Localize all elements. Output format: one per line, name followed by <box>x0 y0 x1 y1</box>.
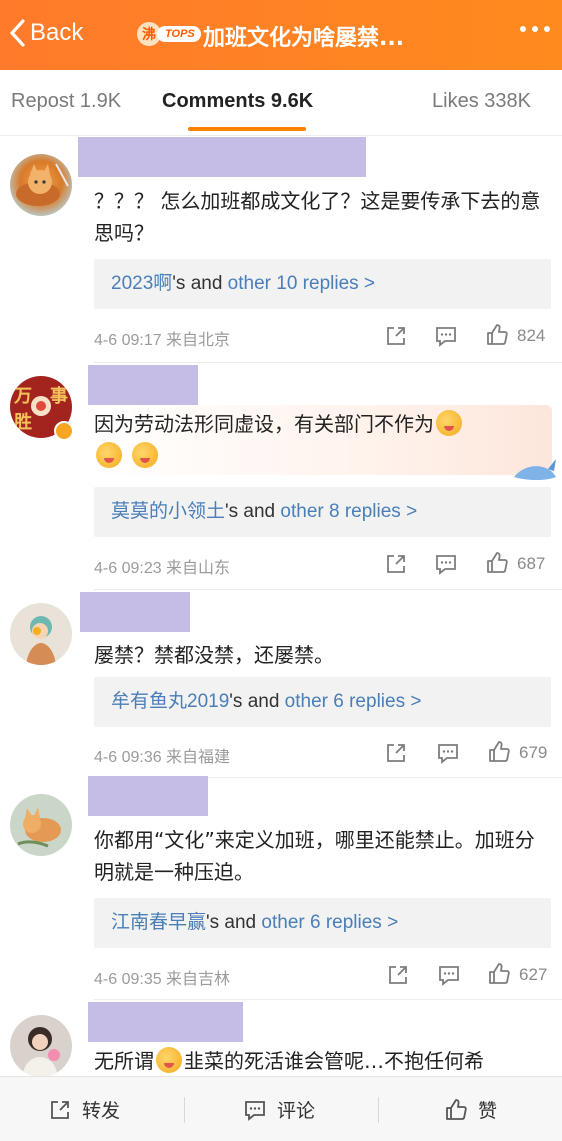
fox-avatar-image <box>17 807 61 848</box>
blush-emoji-icon <box>132 442 159 468</box>
repost-button[interactable]: 转发 <box>48 1077 120 1141</box>
like-count: 627 <box>519 965 548 984</box>
hot-tag: TOPS <box>157 26 201 42</box>
comment-item: 你都用“文化”来定义加班，哪里还能禁止。加班分明就是一种压迫。 江南春早赢's … <box>0 776 562 1000</box>
username-redacted[interactable] <box>88 776 208 816</box>
chevron-left-icon <box>10 19 25 47</box>
avatar[interactable] <box>10 603 72 665</box>
blush-emoji-icon <box>96 442 122 468</box>
bottom-action-bar: 转发 评论 赞 <box>0 1076 562 1141</box>
replies-preview[interactable]: 2023啊's and other 10 replies > <box>94 259 551 309</box>
avatar[interactable] <box>10 1015 72 1076</box>
active-tab-indicator <box>188 127 306 131</box>
svg-text:万: 万 <box>13 386 32 407</box>
cat-avatar-image <box>16 163 69 206</box>
comment-button[interactable]: 评论 <box>243 1077 315 1141</box>
comment-meta: 4-6 09:35 来自吉林 <box>94 971 231 988</box>
reply-username[interactable]: 2023啊 <box>111 273 172 294</box>
separator <box>378 1097 379 1123</box>
comment-text: 屡禁？禁都没禁，还屡禁。 <box>94 643 334 667</box>
reply-connector: 's and <box>229 691 285 712</box>
comment-text-end: 韭菜的死活谁会管呢…不抱任何希 <box>184 1049 484 1073</box>
username-redacted[interactable] <box>88 365 198 405</box>
reply-username[interactable]: 江南春早赢 <box>111 912 206 933</box>
woman-avatar-image <box>22 1027 60 1076</box>
svg-text:事: 事 <box>50 385 68 407</box>
comment-item: ？？？ 怎么加班都成文化了？这是要传承下去的意思吗？ 2023啊's and o… <box>0 137 562 363</box>
comment-meta: 4-6 09:36 来自福建 <box>94 749 231 766</box>
avatar[interactable] <box>10 154 72 216</box>
comment-text-start: 无所谓 <box>94 1049 154 1073</box>
more-replies-link[interactable]: other 8 replies > <box>280 501 417 522</box>
blush-emoji-icon <box>156 1047 182 1073</box>
username-redacted[interactable] <box>78 137 366 177</box>
share-icon[interactable] <box>386 963 410 987</box>
repost-label: 转发 <box>82 1100 121 1122</box>
back-label: Back <box>30 19 84 46</box>
top-nav-bar: Back 沸 TOPS 加班文化为啥屡禁... <box>0 0 562 70</box>
comment-text-content: 因为劳动法形同虚设，有关部门不作为 <box>94 412 434 436</box>
page-title: 加班文化为啥屡禁... <box>203 26 405 51</box>
separator <box>184 1097 185 1123</box>
replies-preview[interactable]: 莫莫的小领土's and other 8 replies > <box>94 487 551 537</box>
reply-username[interactable]: 莫莫的小领土 <box>111 501 225 522</box>
comment-text: ？？？ 怎么加班都成文化了？这是要传承下去的意思吗？ <box>94 189 541 245</box>
more-options-icon[interactable] <box>520 26 550 32</box>
replies-preview[interactable]: 牟有鱼丸2019's and other 6 replies > <box>94 677 551 727</box>
comment-icon[interactable] <box>434 324 458 348</box>
thumbs-up-icon[interactable] <box>485 323 509 347</box>
back-button[interactable]: Back <box>8 18 83 48</box>
girl-avatar-image <box>26 616 56 665</box>
more-replies-link[interactable]: other 6 replies > <box>261 912 398 933</box>
comment-item: 屡禁？禁都没禁，还屡禁。 牟有鱼丸2019's and other 6 repl… <box>0 590 562 778</box>
reply-connector: 's and <box>206 912 262 933</box>
share-icon[interactable] <box>384 741 408 765</box>
username-redacted[interactable] <box>80 592 190 632</box>
comment-icon[interactable] <box>436 741 460 765</box>
svg-text:胜: 胜 <box>14 412 32 433</box>
like-count: 679 <box>519 743 548 762</box>
tab-comments[interactable]: Comments 9.6K <box>162 90 313 113</box>
more-replies-link[interactable]: other 10 replies > <box>228 273 375 294</box>
thumbs-up-icon[interactable] <box>485 551 509 575</box>
avatar[interactable] <box>10 794 72 856</box>
like-count: 824 <box>517 326 546 345</box>
tab-likes[interactable]: Likes 338K <box>432 90 531 113</box>
like-count: 687 <box>517 554 546 573</box>
blush-emoji-icon <box>436 410 462 436</box>
tab-bar: Repost 1.9K Comments 9.6K Likes 338K <box>0 70 562 136</box>
like-label: 赞 <box>478 1100 498 1122</box>
more-replies-link[interactable]: other 6 replies > <box>285 691 422 712</box>
comment-item: 无所谓 韭菜的死活谁会管呢…不抱任何希 <box>0 1000 562 1076</box>
like-button[interactable]: 赞 <box>444 1077 497 1141</box>
thumbs-up-icon[interactable] <box>487 962 511 986</box>
comment-text: 你都用“文化”来定义加班，哪里还能禁止。加班分明就是一种压迫。 <box>94 828 535 884</box>
comment-meta: 4-6 09:23 来自山东 <box>94 560 231 577</box>
comment-icon[interactable] <box>437 963 461 987</box>
thumbs-up-icon <box>446 1098 467 1120</box>
comment-text: 因为劳动法形同虚设，有关部门不作为 <box>94 408 514 472</box>
hot-search-badge: 沸 TOPS <box>137 22 201 46</box>
reply-connector: 's and <box>172 273 228 294</box>
comment-item: 万 事 胜 因为劳动法形同虚设，有关部门不作为 莫莫的小领土's and oth… <box>0 363 562 590</box>
thumbs-up-icon[interactable] <box>487 740 511 764</box>
username-redacted[interactable] <box>88 1002 243 1042</box>
share-icon[interactable] <box>384 324 408 348</box>
comment-meta: 4-6 09:17 来自北京 <box>94 332 231 349</box>
share-icon <box>51 1100 69 1119</box>
comment-text: 无所谓 韭菜的死活谁会管呢…不抱任何希 <box>94 1045 554 1076</box>
replies-preview[interactable]: 江南春早赢's and other 6 replies > <box>94 898 551 948</box>
comment-icon <box>245 1100 265 1121</box>
comment-icon[interactable] <box>434 552 458 576</box>
tab-repost[interactable]: Repost 1.9K <box>11 90 121 113</box>
reply-connector: 's and <box>225 501 281 522</box>
share-icon[interactable] <box>384 552 408 576</box>
whale-icon <box>514 459 556 480</box>
comment-label: 评论 <box>277 1100 316 1122</box>
verified-badge-icon <box>54 421 74 441</box>
reply-username[interactable]: 牟有鱼丸2019 <box>111 691 229 712</box>
